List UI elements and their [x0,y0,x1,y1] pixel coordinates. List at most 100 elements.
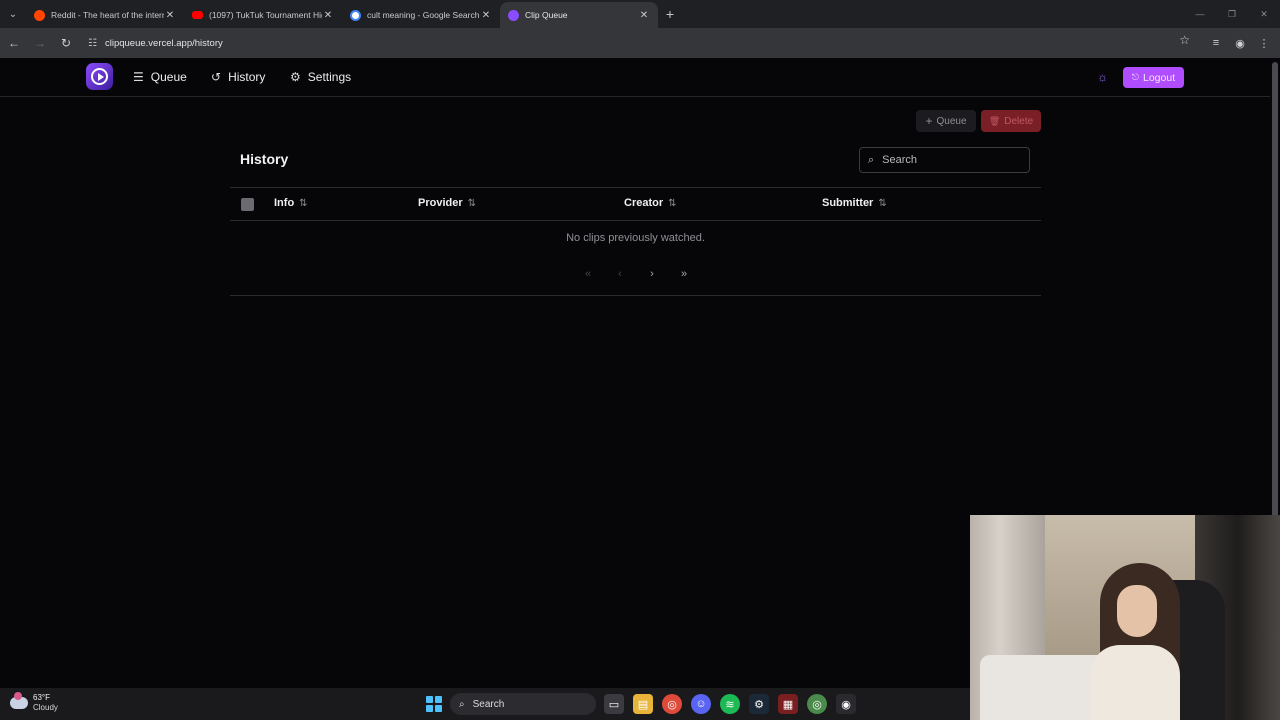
obs-icon[interactable]: ◉ [836,694,856,714]
list-icon: ☰ [133,70,144,84]
chrome-profile-icon[interactable]: ◎ [807,694,827,714]
sort-icon[interactable]: ⇅ [668,198,676,209]
history-icon: ↺ [211,70,222,84]
sort-icon[interactable]: ⇅ [878,198,886,209]
requeue-button[interactable]: + Queue [916,110,976,132]
last-page-button[interactable]: » [668,268,700,280]
search-icon: ⌕ [868,153,875,166]
browser-toolbar: ← → ↻ ☷ clipqueue.vercel.app/history ☆ ≡… [0,28,1280,58]
reload-icon[interactable]: ↻ [54,31,78,55]
close-tab-icon[interactable]: ✕ [164,10,176,21]
taskbar-search-label: Search [472,698,505,710]
youtube-favicon-icon [192,11,203,19]
nav-history-label: History [228,70,266,84]
logout-icon: ⎋ [1131,72,1139,82]
tab-search-chevron-icon[interactable]: ⌄ [0,0,26,28]
tab-title: (1097) TukTuk Tournament Hig [209,10,322,20]
close-tab-icon[interactable]: ✕ [480,10,492,21]
tab-title: Clip Queue [525,10,568,20]
page-title: History [240,151,289,167]
nav-settings-label: Settings [307,70,352,84]
column-label: Creator [624,197,664,209]
weather-widget[interactable]: 63°F Cloudy [10,692,58,713]
tab-title: Reddit - The heart of the intern [51,10,164,20]
column-provider[interactable]: Provider ⇅ [418,197,476,209]
logout-button[interactable]: ⎋ Logout [1123,67,1184,88]
table-divider [230,295,1041,296]
close-window-icon[interactable]: ✕ [1248,0,1280,28]
cloudy-weather-icon [10,692,28,709]
restore-icon[interactable]: ❐ [1216,0,1248,28]
profile-icon[interactable]: ◉ [1228,32,1252,54]
back-arrow-icon[interactable]: ← [2,31,26,55]
clip-queue-logo[interactable] [86,63,113,90]
windows-start-icon[interactable] [426,696,442,712]
reddit-favicon-icon [34,9,45,21]
file-explorer-icon[interactable]: ▤ [633,694,653,714]
theme-toggle-sun-icon[interactable]: ☼ [1097,70,1108,84]
browser-tab-google[interactable]: cult meaning - Google Search ✕ [342,2,500,28]
search-icon: ⌕ [459,698,465,710]
column-label: Provider [418,197,463,209]
gear-icon: ⚙ [290,70,301,84]
requeue-label: Queue [936,115,967,127]
empty-state-message: No clips previously watched. [566,232,705,244]
tab-title: cult meaning - Google Search [367,10,480,20]
weather-desc: Cloudy [33,703,58,712]
game-app-icon[interactable]: ▦ [778,694,798,714]
site-info-icon[interactable]: ☷ [88,38,97,49]
trash-icon: 🗑 [988,115,1001,126]
nav-queue-label: Queue [150,70,187,84]
webcam-overlay [970,515,1280,720]
next-page-button[interactable]: › [636,268,668,280]
browser-tabstrip: ⌄ Reddit - The heart of the intern ✕ (10… [0,0,1280,28]
sort-icon[interactable]: ⇅ [299,198,307,209]
previous-page-button[interactable]: ‹ [604,268,636,280]
first-page-button[interactable]: « [572,268,604,280]
discord-icon[interactable]: ☺ [691,694,711,714]
nav-settings[interactable]: ⚙ Settings [290,68,351,86]
new-tab-button[interactable]: + [658,6,682,22]
column-label: Info [274,197,295,209]
browser-tab-clip-queue[interactable]: Clip Queue ✕ [500,2,658,28]
forward-arrow-icon[interactable]: → [28,31,52,55]
media-controls-icon[interactable]: ≡ [1204,32,1228,54]
task-view-icon[interactable]: ▭ [604,694,624,714]
table-header: Info ⇅ Provider ⇅ Creator ⇅ Submitter ⇅ [230,187,1041,221]
nav-history[interactable]: ↺ History [211,68,265,86]
pagination: « ‹ › » [572,268,700,280]
sort-icon[interactable]: ⇅ [468,198,476,209]
steam-icon[interactable]: ⚙ [749,694,769,714]
browser-tab-reddit[interactable]: Reddit - The heart of the intern ✕ [26,2,184,28]
chrome-icon[interactable]: ◎ [662,694,682,714]
close-tab-icon[interactable]: ✕ [322,10,334,21]
google-favicon-icon [350,9,361,21]
column-info[interactable]: Info ⇅ [274,197,308,209]
weather-temp: 63°F [33,693,50,702]
app-navbar: ☰ Queue ↺ History ⚙ Settings ☼ ⎋ Logout [0,58,1270,97]
bookmark-star-icon[interactable]: ☆ [1179,33,1190,47]
address-bar[interactable]: ☷ clipqueue.vercel.app/history [80,32,1200,54]
logout-label: Logout [1143,71,1176,84]
nav-queue[interactable]: ☰ Queue [133,68,187,86]
window-controls: — ❐ ✕ [1184,0,1280,28]
browser-menu-icon[interactable]: ⋮ [1252,32,1276,54]
browser-tab-youtube[interactable]: (1097) TukTuk Tournament Hig ✕ [184,2,342,28]
taskbar-search[interactable]: ⌕ Search [450,693,596,715]
os-taskbar: 63°F Cloudy ⌕ Search ▭ ▤ ◎ ☺ ≋ ⚙ ▦ ◎ ◉ [0,688,970,720]
play-icon [91,68,108,85]
minimize-icon[interactable]: — [1184,0,1216,28]
close-tab-icon[interactable]: ✕ [638,10,650,21]
delete-button[interactable]: 🗑 Delete [981,110,1041,132]
select-all-checkbox[interactable] [241,198,254,211]
toolbar-right-icons: ≡ ◉ ⋮ [1204,32,1276,54]
clip-queue-favicon-icon [508,9,519,21]
column-submitter[interactable]: Submitter ⇅ [822,197,887,209]
url-text: clipqueue.vercel.app/history [104,37,223,49]
search-input[interactable] [882,154,1013,166]
spotify-icon[interactable]: ≋ [720,694,740,714]
delete-label: Delete [1004,115,1034,127]
plus-icon: + [925,114,933,128]
history-search[interactable]: ⌕ [859,147,1030,173]
column-creator[interactable]: Creator ⇅ [624,197,677,209]
